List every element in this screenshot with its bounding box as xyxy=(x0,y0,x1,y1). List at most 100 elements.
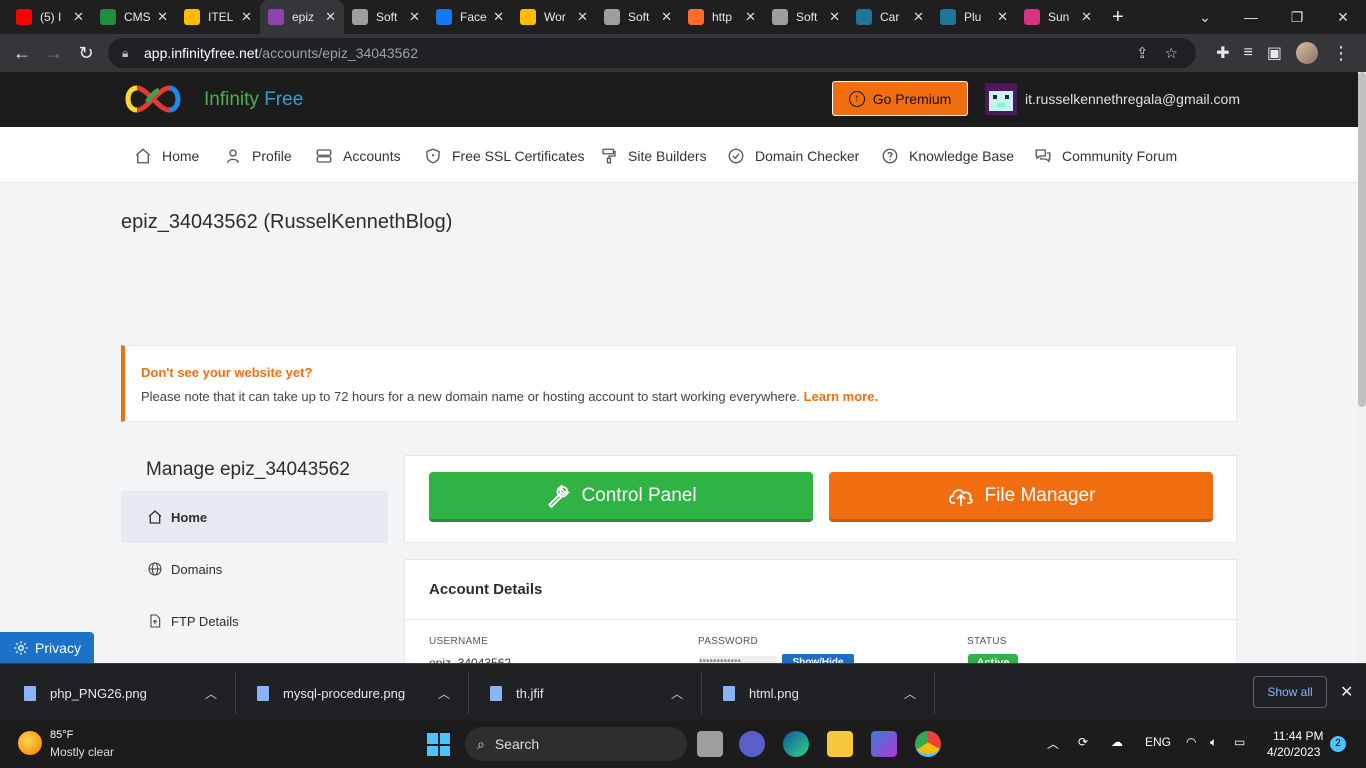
close-tab-icon[interactable]: ✕ xyxy=(745,9,756,25)
chevron-up-icon[interactable]: ︿ xyxy=(205,685,217,702)
close-tab-icon[interactable]: ✕ xyxy=(409,9,420,25)
download-item[interactable]: mysql-procedure.png ︿ xyxy=(237,672,469,714)
reload-button[interactable]: ↻ xyxy=(70,43,102,64)
close-tab-icon[interactable]: ✕ xyxy=(241,9,252,25)
share-icon[interactable]: ⇪ xyxy=(1136,44,1149,62)
address-bar[interactable]: 🔒︎ app.infinityfree.net/accounts/epiz_34… xyxy=(108,38,1196,68)
sync-icon[interactable]: ⟳ xyxy=(1078,735,1088,749)
sidebar-item-domains[interactable]: Domains xyxy=(121,543,388,595)
page-scrollbar-thumb[interactable] xyxy=(1358,72,1366,407)
browser-tab[interactable]: Soft ✕ xyxy=(344,0,428,34)
close-tab-icon[interactable]: ✕ xyxy=(325,9,336,25)
show-all-downloads-button[interactable]: Show all xyxy=(1253,676,1327,708)
home-icon xyxy=(135,148,151,164)
browser-tab[interactable]: ITEL ✕ xyxy=(176,0,260,34)
nav-item-profile[interactable]: Profile xyxy=(224,147,292,165)
download-item[interactable]: th.jfif ︿ xyxy=(470,672,702,714)
close-tab-icon[interactable]: ✕ xyxy=(73,9,84,25)
taskbar: 85°F Mostly clear ⌕ Search ︿ ⟳ ☁ ENG ◠ 🔈… xyxy=(0,721,1366,768)
close-window-button[interactable]: ✕ xyxy=(1320,9,1366,26)
download-item[interactable]: html.png ︿ xyxy=(703,672,935,714)
media-control-icon[interactable]: ≡ xyxy=(1244,44,1253,62)
nav-item-knowledge-base[interactable]: Knowledge Base xyxy=(881,147,1014,165)
file-manager-button[interactable]: File Manager xyxy=(829,472,1213,522)
chevron-up-icon[interactable]: ︿ xyxy=(671,685,683,702)
close-downloads-icon[interactable]: ✕ xyxy=(1340,682,1353,702)
tab-search-icon[interactable]: ⌄ xyxy=(1182,9,1228,26)
browser-tab[interactable]: Soft ✕ xyxy=(764,0,848,34)
weather-temperature[interactable]: 85°F xyxy=(50,729,73,741)
browser-tab[interactable]: Wor ✕ xyxy=(512,0,596,34)
notification-badge[interactable]: 2 xyxy=(1330,736,1346,752)
back-button[interactable]: ← xyxy=(6,43,38,64)
close-tab-icon[interactable]: ✕ xyxy=(493,9,504,25)
new-tab-button[interactable]: + xyxy=(1112,6,1124,29)
minimize-button[interactable]: — xyxy=(1228,9,1274,25)
maximize-button[interactable]: ❐ xyxy=(1274,9,1320,26)
download-item[interactable]: php_PNG26.png ︿ xyxy=(4,672,236,714)
close-tab-icon[interactable]: ✕ xyxy=(1081,9,1092,25)
copilot-icon[interactable] xyxy=(871,731,897,757)
tray-chevron-up-icon[interactable]: ︿ xyxy=(1047,735,1059,752)
nav-item-domain-checker[interactable]: Domain Checker xyxy=(727,147,859,165)
close-tab-icon[interactable]: ✕ xyxy=(577,9,588,25)
nav-item-ssl[interactable]: Free SSL Certificates xyxy=(424,147,585,165)
close-tab-icon[interactable]: ✕ xyxy=(661,9,672,25)
teams-chat-icon[interactable] xyxy=(739,731,765,757)
profile-avatar[interactable] xyxy=(1296,42,1318,64)
close-tab-icon[interactable]: ✕ xyxy=(157,9,168,25)
clock-time[interactable]: 11:44 PM xyxy=(1273,729,1323,743)
wifi-icon[interactable]: ◠ xyxy=(1186,735,1196,749)
tab-title: http xyxy=(712,10,733,24)
battery-icon[interactable]: ▭ xyxy=(1234,735,1245,749)
browser-tab[interactable]: Sun ✕ xyxy=(1016,0,1100,34)
weather-moon-icon[interactable] xyxy=(18,731,42,755)
browser-tab[interactable]: Car ✕ xyxy=(848,0,932,34)
learn-more-link[interactable]: Learn more. xyxy=(804,389,878,404)
browser-tab[interactable]: (5) I ✕ xyxy=(8,0,92,34)
nav-item-site-builders[interactable]: Site Builders xyxy=(600,147,707,165)
close-tab-icon[interactable]: ✕ xyxy=(829,9,840,25)
go-premium-button[interactable]: ↑ Go Premium xyxy=(832,81,968,116)
chrome-icon[interactable] xyxy=(915,731,941,757)
extensions-puzzle-icon[interactable]: ✚ xyxy=(1216,43,1229,63)
browser-tab[interactable]: Plu ✕ xyxy=(932,0,1016,34)
close-tab-icon[interactable]: ✕ xyxy=(913,9,924,25)
status-header: STATUS xyxy=(967,636,1007,647)
nav-item-community-forum[interactable]: Community Forum xyxy=(1034,147,1177,165)
chevron-up-icon[interactable]: ︿ xyxy=(438,685,450,702)
volume-icon[interactable]: 🔈︎ xyxy=(1210,735,1217,750)
nav-item-home[interactable]: Home xyxy=(134,147,199,165)
brand-name[interactable]: Infinity Free xyxy=(204,89,303,111)
sidebar-item-ftp-details[interactable]: FTP Details xyxy=(121,595,388,647)
page-title: epiz_34043562 (RusselKennethBlog) xyxy=(121,211,453,233)
control-panel-button[interactable]: Control Panel xyxy=(429,472,813,522)
forward-button[interactable]: → xyxy=(38,43,70,64)
file-explorer-icon[interactable] xyxy=(827,731,853,757)
chevron-up-icon[interactable]: ︿ xyxy=(904,685,916,702)
browser-tab[interactable]: epiz ✕ xyxy=(260,0,344,34)
clock-date[interactable]: 4/20/2023 xyxy=(1267,745,1320,759)
sidebar-item-home[interactable]: Home xyxy=(121,491,388,543)
close-tab-icon[interactable]: ✕ xyxy=(997,9,1008,25)
start-button[interactable] xyxy=(427,733,450,756)
task-view-icon[interactable] xyxy=(697,731,723,757)
browser-tab[interactable]: CMS ✕ xyxy=(92,0,176,34)
nav-item-accounts[interactable]: Accounts xyxy=(315,147,401,165)
bookmark-star-icon[interactable]: ☆ xyxy=(1165,44,1178,62)
privacy-button[interactable]: Privacy xyxy=(0,632,94,664)
user-avatar[interactable] xyxy=(985,83,1017,115)
edge-icon[interactable] xyxy=(783,731,809,757)
taskbar-search[interactable]: ⌕ Search xyxy=(465,727,687,761)
onedrive-cloud-icon[interactable]: ☁ xyxy=(1111,735,1123,749)
browser-tab[interactable]: Soft ✕ xyxy=(596,0,680,34)
browser-tab[interactable]: http ✕ xyxy=(680,0,764,34)
user-email[interactable]: it.russelkennethregala@gmail.com xyxy=(1025,91,1240,107)
weather-description[interactable]: Mostly clear xyxy=(50,745,114,759)
menu-kebab-icon[interactable]: ⋮ xyxy=(1332,43,1350,64)
lock-icon[interactable]: 🔒︎ xyxy=(122,46,134,61)
language-indicator[interactable]: ENG xyxy=(1145,735,1171,749)
infinityfree-logo[interactable] xyxy=(121,82,185,116)
browser-tab[interactable]: Face ✕ xyxy=(428,0,512,34)
side-panel-icon[interactable]: ▣ xyxy=(1267,43,1282,63)
